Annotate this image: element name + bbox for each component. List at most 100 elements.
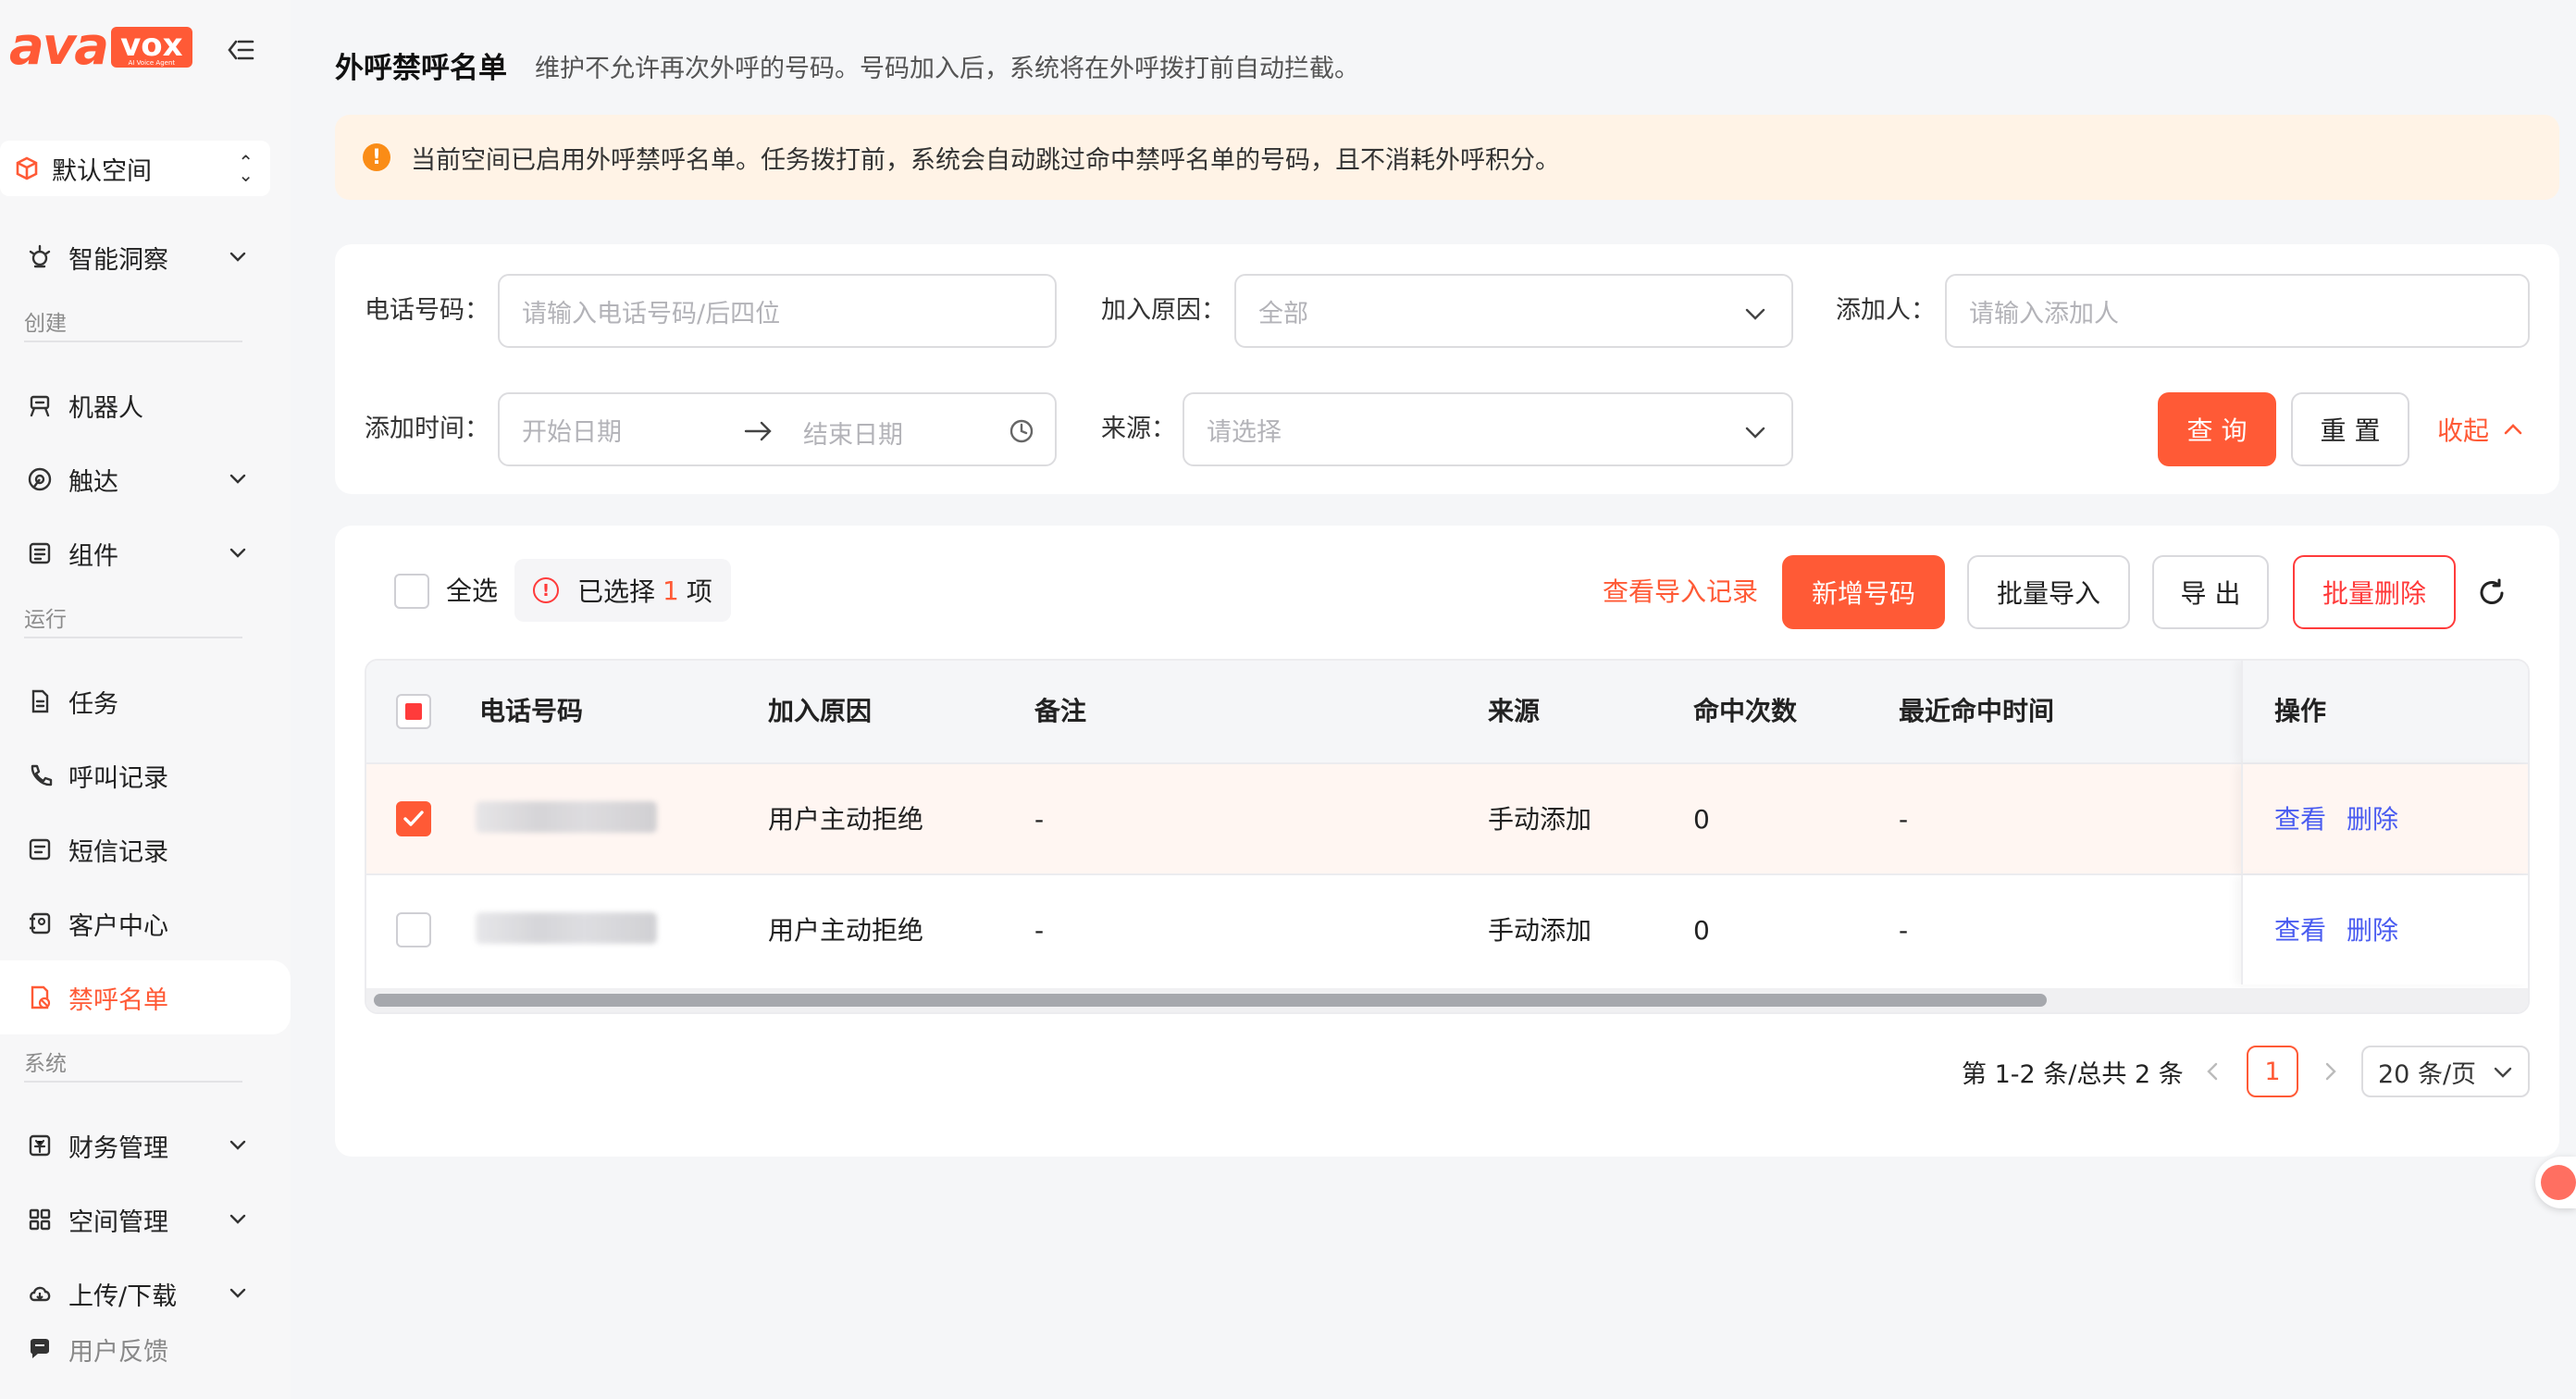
- collapse-filter-link[interactable]: 收起: [2437, 392, 2524, 466]
- chevron-down-icon: [229, 474, 246, 484]
- reason-filter-label: 加入原因：: [1101, 296, 1226, 325]
- start-date-placeholder[interactable]: 开始日期: [522, 412, 622, 448]
- page-button-current[interactable]: 1: [2247, 1046, 2298, 1097]
- batch-delete-button[interactable]: 批量删除: [2293, 555, 2456, 629]
- floating-translate-button[interactable]: [2535, 1157, 2576, 1208]
- sidebar-item-customer-center[interactable]: 客户中心: [0, 892, 270, 955]
- row-checkbox[interactable]: [396, 912, 431, 947]
- table-row[interactable]: 用户主动拒绝 - 手动添加 0 - 查看 删除: [366, 762, 2528, 873]
- reason-select-value: 全部: [1258, 299, 1308, 328]
- logo-subtitle: AI Voice Agent: [128, 59, 176, 67]
- operation-column-header: 操作: [2241, 661, 2528, 762]
- logo-ava-text: ava: [9, 17, 109, 77]
- alert-text: 当前空间已启用外呼禁呼名单。任务拨打前，系统会自动跳过命中禁呼名单的号码，且不消…: [411, 145, 1560, 175]
- cell-last-hit: -: [1899, 804, 1909, 835]
- nav-divider: [24, 1081, 242, 1083]
- cube-icon: [16, 156, 38, 180]
- phone-icon: [26, 761, 54, 789]
- cell-hits: 0: [1693, 804, 1710, 835]
- sidebar-item-label: 客户中心: [68, 911, 168, 941]
- reason-select[interactable]: 全部: [1234, 274, 1793, 348]
- column-header-hits[interactable]: 命中次数: [1693, 661, 1797, 762]
- sidebar-item-space-management[interactable]: 空间管理: [0, 1188, 270, 1251]
- nav-group-run: 运行: [24, 608, 67, 632]
- chevron-left-icon[interactable]: [2202, 1060, 2223, 1083]
- select-all-label[interactable]: 全选: [446, 574, 498, 609]
- query-button[interactable]: 查 询: [2158, 392, 2276, 466]
- space-selector[interactable]: 默认空间 ⌃ ⌄: [0, 141, 270, 196]
- nav-group-system: 系统: [24, 1052, 67, 1076]
- time-filter-label: 添加时间：: [365, 415, 489, 443]
- date-range-picker[interactable]: 开始日期 结束日期: [498, 392, 1057, 466]
- row-actions: 查看 删除: [2274, 764, 2419, 875]
- row-checkbox[interactable]: [396, 801, 431, 836]
- source-select[interactable]: 请选择: [1183, 392, 1793, 466]
- app-logo[interactable]: ava vox AI Voice Agent: [9, 17, 192, 77]
- chevron-down-icon: [229, 1288, 246, 1298]
- sidebar-item-insight[interactable]: 智能洞察: [0, 226, 270, 289]
- cell-reason: 用户主动拒绝: [768, 804, 924, 835]
- sidebar-item-component[interactable]: 组件: [0, 522, 270, 585]
- horizontal-scrollbar[interactable]: [366, 988, 2528, 1012]
- space-icon: [26, 1206, 54, 1233]
- adder-search-input[interactable]: 请输入添加人: [1945, 274, 2530, 348]
- cell-last-hit: -: [1899, 915, 1909, 946]
- column-header-remark[interactable]: 备注: [1034, 661, 1086, 762]
- column-header-phone[interactable]: 电话号码: [479, 661, 583, 762]
- table-header: 电话号码 加入原因 备注 来源 命中次数 最近命中时间 操作: [366, 661, 2528, 762]
- sidebar: ava vox AI Voice Agent 默认空间 ⌃ ⌄ 智能洞察 创建 机…: [0, 0, 291, 1399]
- sidebar-item-blocklist[interactable]: 禁呼名单: [0, 960, 291, 1034]
- task-icon: [26, 687, 54, 715]
- phone-input-placeholder: 请输入电话号码/后四位: [522, 299, 781, 328]
- delete-link[interactable]: 删除: [2347, 915, 2398, 946]
- masked-phone-number: [476, 801, 657, 833]
- column-header-reason[interactable]: 加入原因: [768, 661, 872, 762]
- end-date-placeholder[interactable]: 结束日期: [803, 415, 903, 451]
- check-icon: [403, 811, 424, 826]
- info-icon: !: [533, 577, 559, 603]
- add-number-button[interactable]: 新增号码: [1782, 555, 1945, 629]
- logo-vox-text: vox: [120, 27, 183, 64]
- sidebar-item-label: 呼叫记录: [68, 763, 168, 793]
- header-checkbox[interactable]: [396, 694, 431, 729]
- page-size-select[interactable]: 20 条/页: [2361, 1046, 2530, 1097]
- sidebar-item-task[interactable]: 任务: [0, 670, 270, 733]
- view-import-records-link[interactable]: 查看导入记录: [1603, 555, 1758, 629]
- view-link[interactable]: 查看: [2274, 915, 2326, 946]
- sidebar-item-label: 上传/下载: [68, 1281, 178, 1311]
- row-actions: 查看 删除: [2274, 875, 2419, 986]
- blocklist-table: 电话号码 加入原因 备注 来源 命中次数 最近命中时间 操作 用户主动拒绝 - …: [365, 659, 2530, 1014]
- sidebar-item-feedback[interactable]: 用户反馈: [0, 1318, 270, 1380]
- delete-link[interactable]: 删除: [2347, 804, 2398, 835]
- chevron-right-icon[interactable]: [2321, 1060, 2341, 1083]
- sidebar-item-label: 组件: [68, 541, 118, 571]
- page-size-value: 20 条/页: [2378, 1059, 2477, 1089]
- sidebar-item-sms-records[interactable]: 短信记录: [0, 818, 270, 881]
- sidebar-item-finance[interactable]: 财务管理: [0, 1114, 270, 1177]
- column-header-last-hit[interactable]: 最近命中时间: [1899, 661, 2054, 762]
- phone-search-input[interactable]: 请输入电话号码/后四位: [498, 274, 1057, 348]
- chevron-down-icon: [1745, 427, 1765, 439]
- sidebar-item-reach[interactable]: 触达: [0, 448, 270, 511]
- column-header-source[interactable]: 来源: [1488, 661, 1540, 762]
- sidebar-item-call-records[interactable]: 呼叫记录: [0, 744, 270, 807]
- collapse-sidebar-icon[interactable]: [222, 31, 259, 68]
- sidebar-item-robot[interactable]: 机器人: [0, 374, 270, 437]
- chevron-down-icon: [229, 548, 246, 558]
- adder-input-placeholder: 请输入添加人: [1969, 299, 2119, 328]
- select-all-checkbox[interactable]: [394, 574, 429, 609]
- sidebar-item-label: 空间管理: [68, 1207, 168, 1237]
- export-button[interactable]: 导 出: [2152, 555, 2269, 629]
- sidebar-item-upload-download[interactable]: 上传/下载: [0, 1262, 270, 1325]
- table-row[interactable]: 用户主动拒绝 - 手动添加 0 - 查看 删除: [366, 873, 2528, 984]
- reset-button[interactable]: 重 置: [2291, 392, 2409, 466]
- view-link[interactable]: 查看: [2274, 804, 2326, 835]
- batch-import-button[interactable]: 批量导入: [1967, 555, 2130, 629]
- scrollbar-thumb[interactable]: [374, 994, 2047, 1007]
- page-title: 外呼禁呼名单: [335, 52, 507, 85]
- sidebar-item-label: 禁呼名单: [68, 985, 168, 1015]
- refresh-icon[interactable]: [2476, 577, 2508, 609]
- cell-remark: -: [1034, 804, 1045, 835]
- masked-phone-number: [476, 912, 657, 944]
- sidebar-item-label: 任务: [68, 689, 118, 719]
